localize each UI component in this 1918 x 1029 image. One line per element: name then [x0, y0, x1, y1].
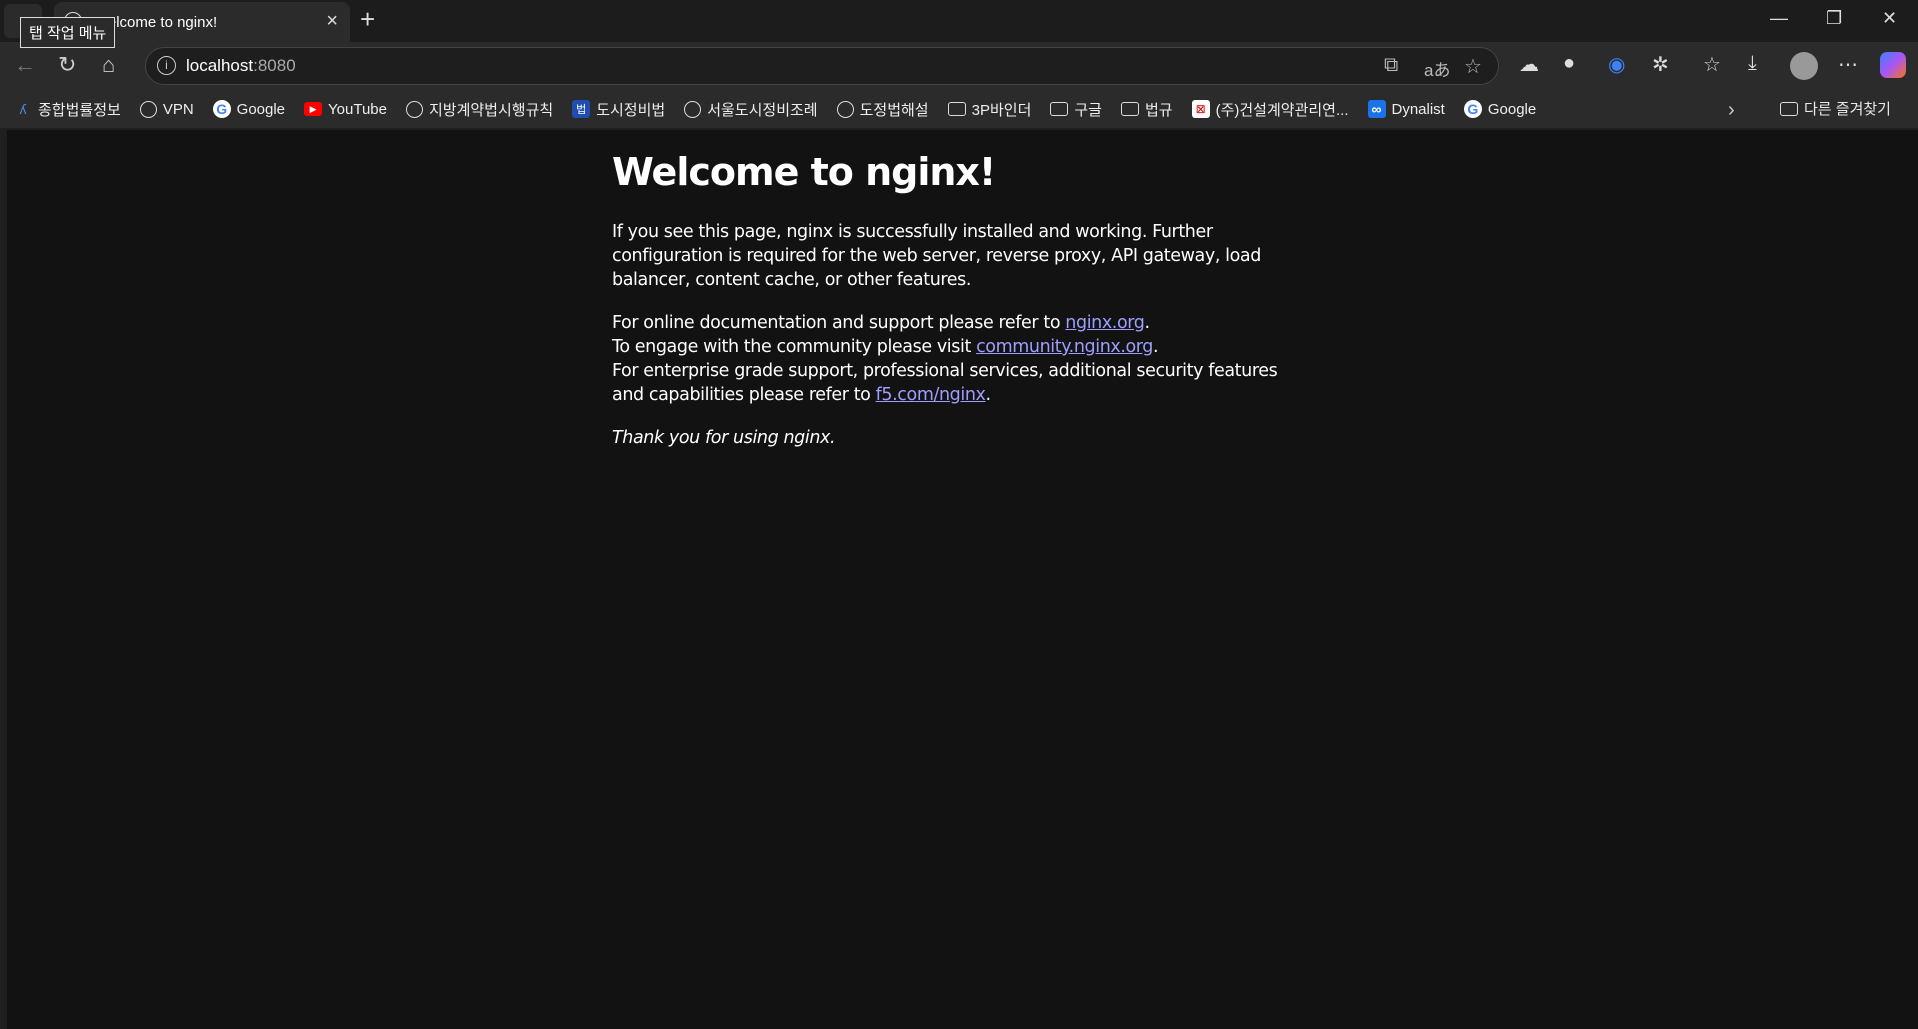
more-menu-icon[interactable]: ⋯	[1838, 52, 1858, 77]
folder-icon	[1050, 102, 1069, 116]
bookmark-youtube[interactable]: ▶ YouTube	[304, 101, 387, 118]
capabilities-text: and capabilities please refer to	[612, 385, 876, 405]
f5-link[interactable]: f5.com/nginx	[876, 385, 986, 405]
globe-icon	[405, 100, 423, 118]
bookmark-folder-법규[interactable]: 법규	[1120, 99, 1173, 120]
other-favorites-label: 다른 즐겨찾기	[1804, 101, 1891, 118]
extension-icon[interactable]: ●	[1563, 52, 1575, 75]
url-host: localhost	[186, 56, 254, 75]
restore-button[interactable]: ❐	[1826, 8, 1842, 29]
title-bar: 탭 작업 메뉴 Welcome to nginx! × + — ❐ ✕	[0, 0, 1918, 48]
page-heading: Welcome to nginx!	[612, 150, 996, 194]
punct: .	[985, 385, 991, 405]
cloud-extension-icon[interactable]: ☁	[1519, 52, 1539, 77]
folder-icon	[1120, 102, 1139, 116]
bookmark-건설계약관리연[interactable]: ⊠ (주)건설계약관리연...	[1191, 99, 1349, 120]
other-favorites-folder[interactable]: 다른 즐겨찾기	[1780, 98, 1891, 119]
intro-line: configuration is required for the web se…	[612, 246, 1261, 266]
bookmark-vpn[interactable]: VPN	[139, 100, 194, 118]
bookmark-folder-구글[interactable]: 구글	[1050, 99, 1102, 120]
bookmark-지방계약법시행규칙[interactable]: 지방계약법시행규칙	[405, 99, 554, 120]
extension-blue-icon[interactable]: ◉	[1608, 52, 1625, 77]
links-paragraph: For online documentation and support ple…	[612, 311, 1278, 407]
profile-avatar[interactable]	[1790, 52, 1818, 80]
community-link[interactable]: community.nginx.org	[976, 337, 1153, 357]
bookmark-label: 3P바인더	[971, 101, 1032, 119]
bookmark-label: Dynalist	[1391, 100, 1445, 118]
thanks-text: Thank you for using nginx.	[612, 428, 836, 448]
bookmark-label: 법규	[1144, 101, 1173, 119]
intro-line: balancer, content cache, or other featur…	[612, 270, 972, 290]
bookmark-label: Google	[1487, 100, 1537, 118]
refresh-button[interactable]: ↻	[58, 52, 76, 78]
new-tab-button[interactable]: +	[360, 4, 375, 35]
folder-icon	[947, 102, 966, 116]
law-icon: 법	[572, 100, 591, 118]
address-bar[interactable]: i localhost:8080 ⧉ aあ ☆	[145, 47, 1499, 85]
bookmark-종합법률정보[interactable]: ʎ 종합법률정보	[14, 99, 121, 120]
bookmark-label: 도시정비법	[596, 101, 666, 119]
app-available-icon[interactable]: ⧉	[1384, 54, 1398, 77]
punct: .	[1153, 337, 1159, 357]
bookmark-label: 종합법률정보	[38, 101, 121, 119]
downloads-icon[interactable]: ⤓	[1748, 52, 1757, 75]
bookmarks-bar: ʎ 종합법률정보 VPN G Google ▶ YouTube 지방계약법시행규칙 법…	[0, 90, 1918, 128]
bookmark-google-2[interactable]: G Google	[1463, 100, 1537, 118]
nginx-org-link[interactable]: nginx.org	[1065, 313, 1145, 333]
bookmark-label: (주)건설계약관리연...	[1215, 101, 1349, 119]
bookmark-google[interactable]: G Google	[212, 100, 286, 118]
enterprise-text: For enterprise grade support, profession…	[612, 361, 1278, 381]
google-icon: G	[212, 100, 231, 118]
translate-icon[interactable]: aあ	[1424, 56, 1450, 81]
bookmark-label: YouTube	[328, 100, 387, 118]
page-content: Welcome to nginx! If you see this page, …	[7, 130, 1918, 1029]
url-port: :8080	[253, 56, 296, 75]
bookmark-dynalist[interactable]: ∞ Dynalist	[1367, 100, 1445, 118]
bookmark-label: Google	[236, 100, 286, 118]
minimize-button[interactable]: —	[1770, 8, 1788, 29]
google-icon: G	[1463, 100, 1482, 118]
toolbar: ← ↻ ⌂ i localhost:8080 ⧉ aあ ☆	[0, 42, 1918, 90]
globe-icon	[836, 100, 854, 118]
folder-icon	[1780, 101, 1798, 116]
favorites-icon[interactable]: ☆	[1703, 52, 1721, 77]
chevron-right-icon[interactable]: ›	[1728, 99, 1735, 122]
tooltip: 탭 작업 메뉴	[20, 17, 116, 48]
extensions-puzzle-icon[interactable]: ✲	[1652, 52, 1669, 77]
punct: .	[1144, 313, 1150, 333]
bookmark-folder-3p바인더[interactable]: 3P바인더	[947, 99, 1032, 120]
dynalist-icon: ∞	[1367, 100, 1386, 118]
bookmark-도정법해설[interactable]: 도정법해설	[836, 99, 929, 120]
intro-paragraph: If you see this page, nginx is successfu…	[612, 220, 1277, 292]
bookmark-label: 서울도시정비조례	[707, 101, 818, 119]
globe-icon	[139, 100, 157, 118]
site-icon: ⊠	[1191, 100, 1210, 118]
youtube-icon: ▶	[304, 102, 323, 116]
bookmark-label: 지방계약법시행규칙	[428, 101, 554, 119]
bookmark-label: 도정법해설	[859, 101, 929, 119]
community-text: To engage with the community please visi…	[612, 337, 977, 357]
bookmark-label: VPN	[162, 100, 194, 118]
close-window-button[interactable]: ✕	[1882, 8, 1897, 29]
back-button[interactable]: ←	[14, 52, 36, 78]
favorite-star-icon[interactable]: ☆	[1464, 54, 1482, 79]
copilot-icon[interactable]	[1880, 52, 1906, 78]
intro-line: If you see this page, nginx is successfu…	[612, 222, 1213, 242]
home-button[interactable]: ⌂	[102, 52, 115, 78]
bookmark-label: 구글	[1074, 101, 1102, 119]
bookmark-서울도시정비조례[interactable]: 서울도시정비조례	[684, 99, 818, 120]
globe-icon	[684, 100, 702, 118]
close-tab-icon[interactable]: ×	[326, 10, 338, 33]
site-info-icon[interactable]: i	[157, 56, 176, 75]
docs-text: For online documentation and support ple…	[612, 313, 1066, 333]
bookmark-도시정비법[interactable]: 법 도시정비법	[572, 99, 665, 120]
law-logo-icon: ʎ	[19, 101, 27, 117]
